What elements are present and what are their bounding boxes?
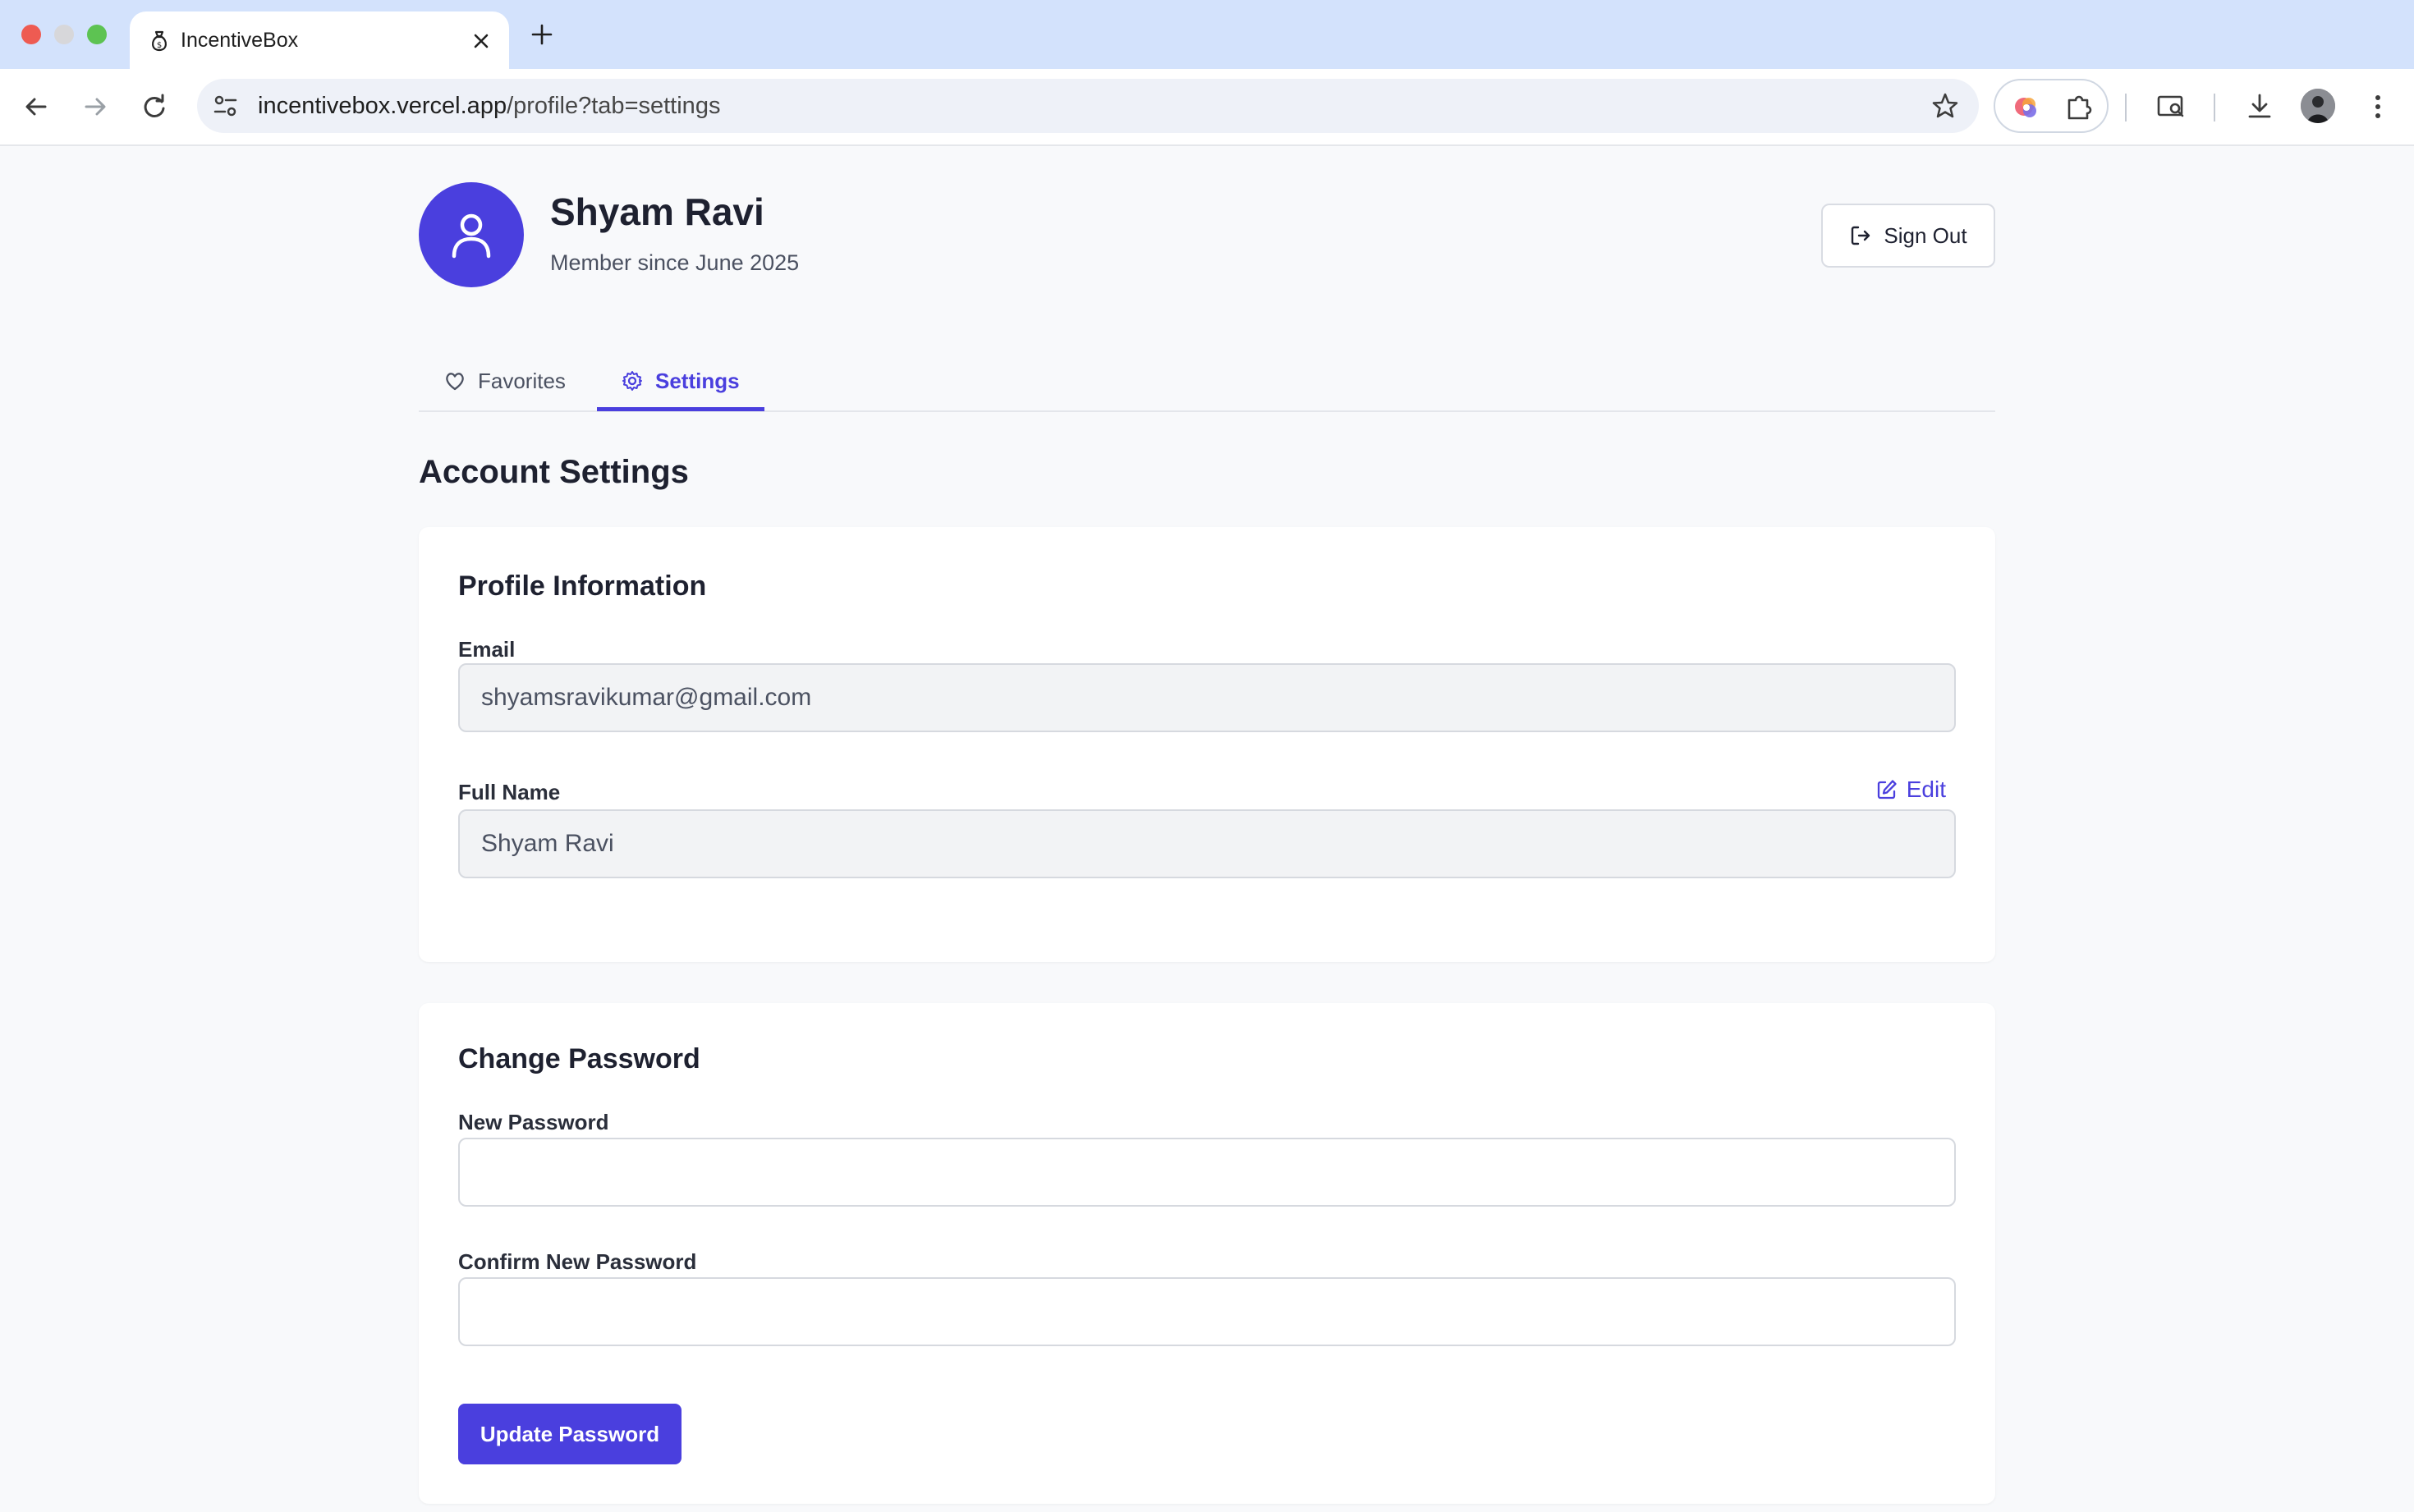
extension-logo-icon[interactable]	[2012, 92, 2041, 121]
minimize-window-button[interactable]	[54, 25, 74, 44]
toolbar-separator	[2214, 94, 2215, 121]
moneybag-icon: $	[152, 30, 167, 52]
heart-icon	[446, 373, 464, 391]
user-photo-icon	[2301, 89, 2335, 123]
forward-arrow-icon[interactable]	[79, 90, 112, 123]
tab-settings[interactable]: Settings	[621, 351, 740, 410]
puzzle-piece-icon[interactable]	[2063, 90, 2095, 123]
edit-icon	[1877, 780, 1897, 800]
browser-profile-avatar[interactable]	[2301, 89, 2335, 123]
user-icon	[452, 213, 491, 259]
back-arrow-icon[interactable]	[20, 90, 53, 123]
more-menu-icon[interactable]	[2361, 90, 2394, 123]
profile-information-card: Profile Information Email shyamsravikuma…	[419, 527, 1995, 962]
sign-out-button[interactable]: Sign Out	[1821, 204, 1995, 268]
tab-search-icon[interactable]	[2155, 90, 2187, 123]
gear-icon	[622, 371, 642, 391]
svg-text:$: $	[157, 41, 162, 50]
full-name-label: Full Name	[458, 780, 561, 804]
url-host: incentivebox.vercel.app	[258, 93, 507, 119]
page-title: Account Settings	[419, 454, 689, 490]
profile-information-title: Profile Information	[458, 570, 707, 602]
url-text: incentivebox.vercel.app/profile?tab=sett…	[258, 90, 720, 121]
tab-favorites[interactable]: Favorites	[443, 351, 566, 410]
logout-icon	[1852, 226, 1870, 245]
browser-tab[interactable]: $ IncentiveBox	[130, 11, 509, 69]
sign-out-label: Sign Out	[1884, 222, 1967, 248]
new-password-label: New Password	[458, 1110, 609, 1134]
new-tab-icon[interactable]	[525, 18, 558, 51]
close-window-button[interactable]	[21, 25, 41, 44]
address-bar[interactable]: incentivebox.vercel.app/profile?tab=sett…	[197, 79, 1979, 133]
full-name-field[interactable]: Shyam Ravi	[458, 809, 1956, 878]
change-password-title: Change Password	[458, 1043, 700, 1074]
email-field[interactable]: shyamsravikumar@gmail.com	[458, 663, 1956, 732]
active-tab-indicator	[597, 407, 764, 411]
tab-settings-label: Settings	[655, 368, 740, 393]
browser-toolbar: incentivebox.vercel.app/profile?tab=sett…	[0, 69, 2414, 146]
bookmark-star-icon[interactable]	[1930, 90, 1961, 121]
url-path: /profile?tab=settings	[507, 93, 721, 119]
toolbar-separator	[2125, 94, 2127, 121]
profile-avatar	[419, 182, 524, 287]
extensions-group	[1994, 79, 2109, 133]
edit-name-button[interactable]: Edit	[1875, 777, 1946, 803]
site-settings-icon[interactable]	[210, 90, 241, 121]
profile-page: Shyam Ravi Member since June 2025 Sign O…	[0, 146, 2414, 1512]
browser-tabstrip: $ IncentiveBox	[0, 0, 2414, 69]
reload-icon[interactable]	[138, 90, 171, 123]
profile-name: Shyam Ravi	[550, 190, 764, 233]
update-password-button[interactable]: Update Password	[458, 1404, 682, 1464]
tab-favorites-label: Favorites	[478, 368, 566, 393]
download-icon[interactable]	[2243, 90, 2276, 123]
change-password-card: Change Password New Password Confirm New…	[419, 1003, 1995, 1504]
member-since-text: Member since June 2025	[550, 250, 800, 275]
close-tab-icon[interactable]	[468, 28, 494, 54]
browser-tab-title: IncentiveBox	[181, 29, 299, 52]
new-password-input[interactable]	[458, 1138, 1956, 1207]
email-label: Email	[458, 637, 516, 662]
confirm-password-input[interactable]	[458, 1277, 1956, 1346]
edit-label: Edit	[1906, 777, 1946, 802]
maximize-window-button[interactable]	[87, 25, 107, 44]
confirm-password-label: Confirm New Password	[458, 1249, 697, 1274]
